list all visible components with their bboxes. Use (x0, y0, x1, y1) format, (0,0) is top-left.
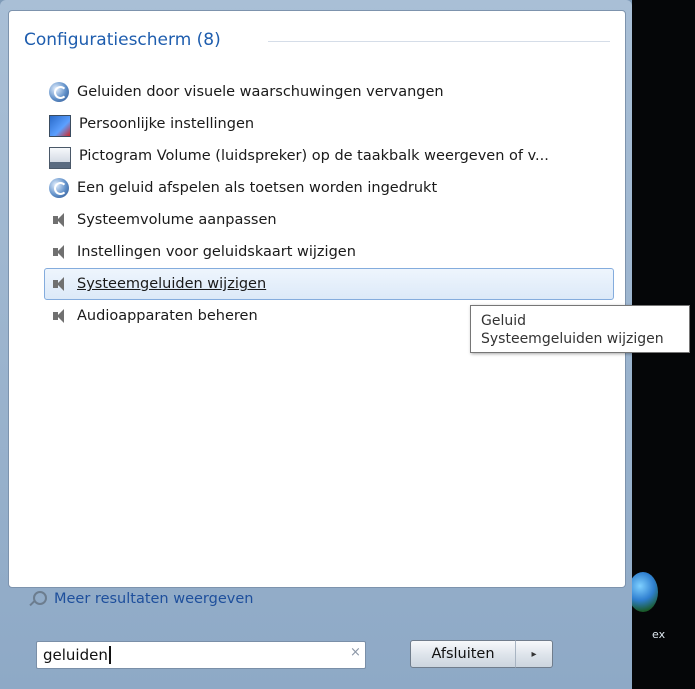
text-caret (108, 646, 111, 664)
result-label: Instellingen voor geluidskaart wijzigen (77, 244, 356, 260)
result-label: Systeemvolume aanpassen (77, 212, 277, 228)
speaker-icon (49, 210, 69, 230)
speaker-icon (49, 274, 69, 294)
clear-search-icon[interactable]: × (350, 645, 361, 660)
desktop-icon-label[interactable]: ex (652, 628, 665, 641)
search-input[interactable]: geluiden (36, 641, 366, 669)
shutdown-options-button[interactable]: ▸ (515, 640, 553, 668)
result-label: Persoonlijke instellingen (79, 116, 255, 132)
category-header[interactable]: Configuratiescherm (8) (24, 30, 221, 50)
ease-of-access-icon (49, 82, 69, 102)
result-item[interactable]: Geluiden door visuele waarschuwingen ver… (44, 76, 614, 108)
chevron-right-icon: ▸ (531, 648, 537, 660)
result-label: Een geluid afspelen als toetsen worden i… (77, 180, 438, 196)
result-label: Geluiden door visuele waarschuwingen ver… (77, 84, 444, 100)
ease-of-access-icon (49, 178, 69, 198)
taskbar-icon (49, 147, 71, 169)
result-label: Pictogram Volume (luidspreker) op de taa… (79, 148, 549, 164)
speaker-icon (49, 306, 69, 326)
result-item[interactable]: Persoonlijke instellingen (44, 108, 614, 140)
speaker-icon (49, 242, 69, 262)
more-results-link[interactable]: Meer resultaten weergeven (28, 590, 253, 608)
header-divider (268, 41, 610, 42)
more-results-label: Meer resultaten weergeven (54, 591, 254, 607)
search-input-value: geluiden (43, 646, 108, 664)
result-label: Audioapparaten beheren (77, 308, 258, 324)
result-item[interactable]: Pictogram Volume (luidspreker) op de taa… (44, 140, 614, 172)
tooltip-title: Geluid (481, 313, 527, 329)
result-item[interactable]: Instellingen voor geluidskaart wijzigen (44, 236, 614, 268)
tooltip-description: Systeemgeluiden wijzigen (481, 331, 664, 347)
results-list: Geluiden door visuele waarschuwingen ver… (44, 76, 614, 332)
result-item-selected[interactable]: Systeemgeluiden wijzigen (44, 268, 614, 300)
result-item[interactable]: Een geluid afspelen als toetsen worden i… (44, 172, 614, 204)
shutdown-button[interactable]: Afsluiten (410, 640, 516, 668)
result-item[interactable]: Systeemvolume aanpassen (44, 204, 614, 236)
personalization-icon (49, 115, 71, 137)
tooltip: Geluid Systeemgeluiden wijzigen (470, 305, 690, 353)
result-label: Systeemgeluiden wijzigen (77, 276, 267, 292)
desktop-globe-icon[interactable] (628, 572, 658, 612)
search-icon (28, 590, 47, 608)
